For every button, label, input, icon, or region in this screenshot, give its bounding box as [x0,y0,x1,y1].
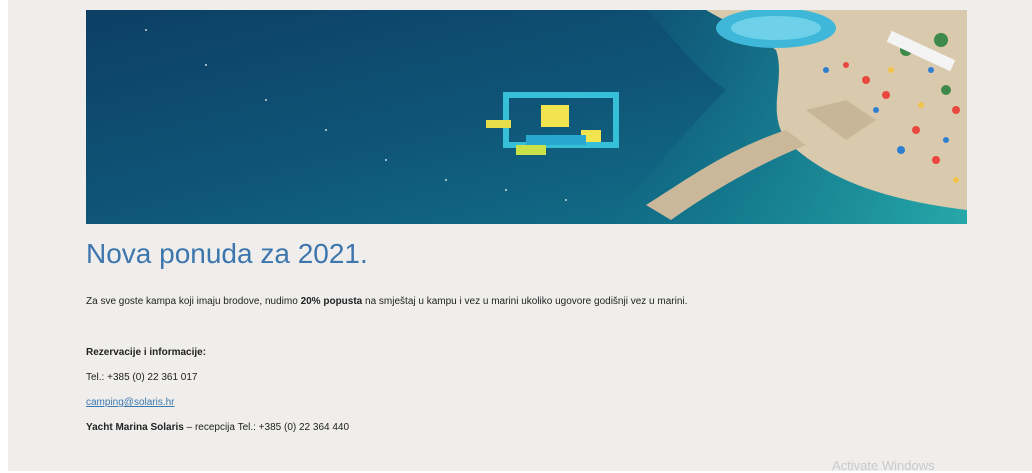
page-title: Nova ponuda za 2021. [86,238,368,269]
offer-text-after: na smještaj u kampu i vez u marini ukoli… [362,296,688,307]
phone-number: Tel.: +385 (0) 22 361 017 [86,372,198,383]
offer-text-before: Za sve goste kampa koji imaju brodove, n… [86,296,301,307]
marina-phone: – recepcija Tel.: +385 (0) 22 364 440 [183,422,350,433]
email-link[interactable]: camping@solaris.hr [86,397,175,408]
marina-name: Yacht Marina Solaris [86,422,184,433]
marina-contact: Yacht Marina Solaris – recepcija Tel.: +… [86,422,349,433]
offer-paragraph: Za sve goste kampa koji imaju brodove, n… [86,296,687,307]
reservations-heading: Rezervacije i informacije: [86,347,207,358]
hero-image [86,10,967,224]
discount-highlight: 20% popusta [300,296,363,307]
